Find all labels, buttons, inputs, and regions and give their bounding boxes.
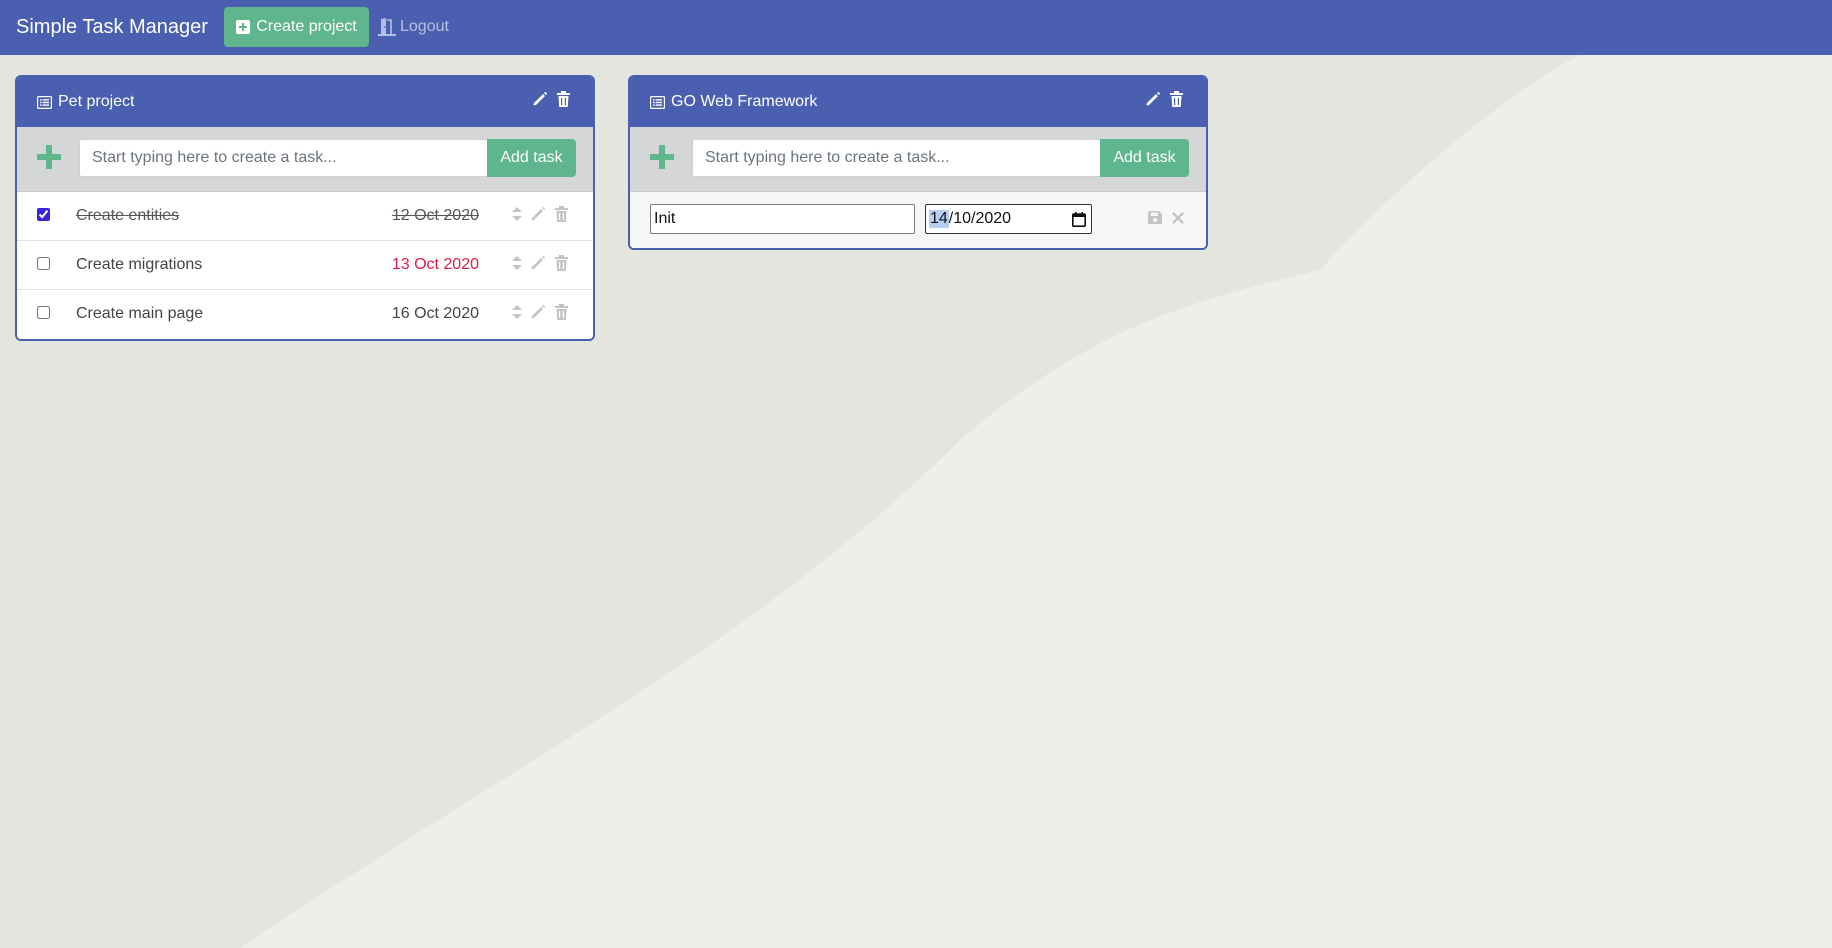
edit-task-pencil-icon[interactable]	[530, 206, 546, 222]
plus-icon	[37, 145, 61, 169]
save-icon[interactable]	[1148, 211, 1162, 225]
task-deadline: 16 Oct 2020	[391, 305, 479, 322]
delete-task-trash-icon[interactable]	[554, 304, 569, 320]
sort-icon[interactable]	[512, 207, 522, 221]
task-name: Create entities	[76, 207, 180, 224]
project-actions	[1145, 91, 1184, 107]
task-done-checkbox[interactable]	[37, 257, 50, 270]
add-task-button[interactable]: Add task	[487, 139, 576, 177]
project-card: Pet project Add task Create entities 12 …	[15, 75, 595, 341]
plus-square-icon	[236, 20, 251, 34]
list-icon	[650, 95, 665, 109]
task-row: Create entities 12 Oct 2020	[17, 192, 593, 241]
task-name: Create main page	[76, 305, 204, 322]
delete-task-trash-icon[interactable]	[554, 206, 569, 222]
task-name: Create migrations	[76, 256, 203, 273]
project-title: Pet project	[58, 93, 135, 110]
add-task-row: Add task	[630, 127, 1206, 192]
top-navbar: Simple Task Manager Create project Logou…	[0, 0, 1832, 55]
create-project-button[interactable]: Create project	[224, 7, 369, 47]
date-rest-segment: /10/2020	[948, 210, 1012, 227]
project-title: GO Web Framework	[671, 93, 818, 110]
plus-icon	[650, 145, 674, 169]
task-row: Create main page 16 Oct 2020	[17, 290, 593, 339]
project-title-wrap: GO Web Framework	[650, 92, 817, 112]
task-date-field[interactable]: 14/10/2020	[925, 204, 1092, 234]
task-actions	[512, 304, 569, 320]
task-actions	[512, 255, 569, 271]
edit-task-pencil-icon[interactable]	[530, 255, 546, 271]
edit-task-pencil-icon[interactable]	[530, 304, 546, 320]
task-done-checkbox[interactable]	[37, 306, 50, 319]
sort-icon[interactable]	[512, 256, 522, 270]
edit-project-pencil-icon[interactable]	[1145, 91, 1161, 107]
edit-actions	[1148, 211, 1184, 225]
task-done-checkbox[interactable]	[37, 208, 50, 221]
task-deadline: 12 Oct 2020	[391, 207, 479, 224]
app-title[interactable]: Simple Task Manager	[16, 15, 208, 39]
list-icon	[37, 95, 52, 109]
add-task-button[interactable]: Add task	[1100, 139, 1189, 177]
task-actions	[512, 206, 569, 222]
calendar-icon[interactable]	[1072, 212, 1086, 227]
edit-project-pencil-icon[interactable]	[532, 91, 548, 107]
create-project-label: Create project	[256, 18, 357, 35]
project-title-wrap: Pet project	[37, 92, 134, 112]
add-task-row: Add task	[17, 127, 593, 192]
task-deadline: 13 Oct 2020	[391, 256, 479, 273]
date-day-segment[interactable]: 14	[929, 210, 949, 228]
new-task-input[interactable]	[692, 139, 1102, 177]
close-icon[interactable]	[1172, 212, 1184, 224]
task-row: Create migrations 13 Oct 2020	[17, 241, 593, 290]
task-name-field[interactable]	[650, 204, 915, 234]
project-header: Pet project	[17, 77, 593, 127]
sort-icon[interactable]	[512, 305, 522, 319]
logout-link[interactable]: Logout	[377, 15, 449, 39]
logout-label: Logout	[400, 18, 449, 35]
door-icon	[378, 18, 396, 36]
delete-project-trash-icon[interactable]	[556, 91, 571, 107]
project-card: GO Web Framework Add task 14/10/2020	[628, 75, 1208, 250]
project-actions	[532, 91, 571, 107]
delete-task-trash-icon[interactable]	[554, 255, 569, 271]
task-edit-row: 14/10/2020	[630, 192, 1206, 248]
delete-project-trash-icon[interactable]	[1169, 91, 1184, 107]
new-task-input[interactable]	[79, 139, 489, 177]
project-header: GO Web Framework	[630, 77, 1206, 127]
